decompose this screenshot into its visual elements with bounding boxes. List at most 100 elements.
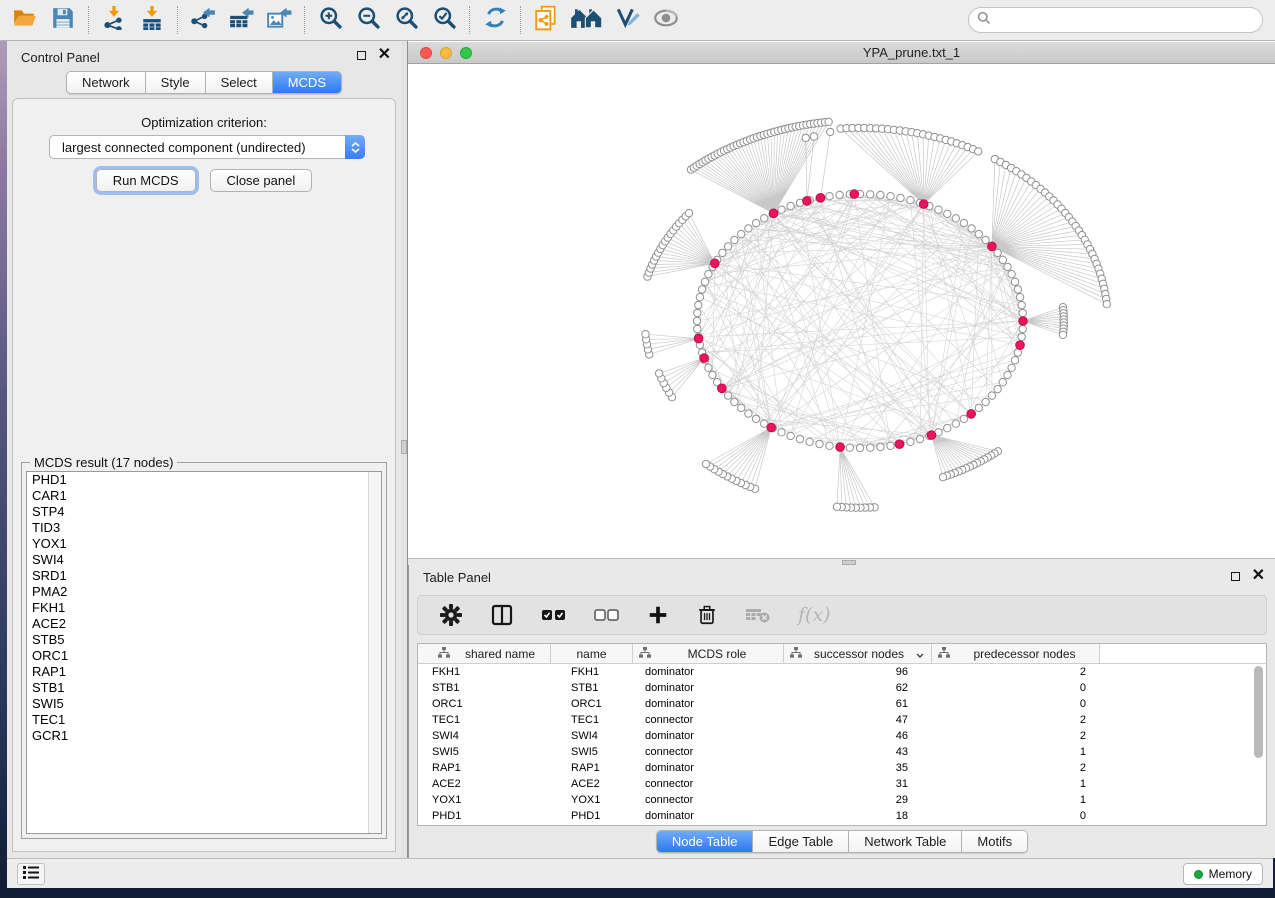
graph-node[interactable]: [738, 404, 745, 411]
graph-node[interactable]: [701, 278, 708, 285]
tab-motifs[interactable]: Motifs: [962, 831, 1027, 852]
graph-node[interactable]: [724, 243, 731, 250]
export-table-button[interactable]: [222, 3, 260, 37]
new-network-file-button[interactable]: [527, 3, 565, 37]
memory-button[interactable]: Memory: [1183, 863, 1263, 885]
graph-node[interactable]: [1008, 364, 1015, 371]
graph-node[interactable]: [761, 215, 768, 222]
close-panel-icon[interactable]: ✕: [1252, 571, 1265, 581]
table-row[interactable]: ORC1ORC1dominator610: [418, 696, 1266, 712]
tab-style[interactable]: Style: [146, 72, 206, 93]
table-row[interactable]: SWI4SWI4dominator462: [418, 728, 1266, 744]
graph-hub-node[interactable]: [967, 410, 976, 419]
graph-node[interactable]: [836, 191, 843, 198]
graph-node[interactable]: [778, 206, 785, 213]
network-window-titlebar[interactable]: YPA_prune.txt_1: [408, 42, 1275, 64]
open-session-button[interactable]: [6, 3, 44, 37]
graph-node[interactable]: [887, 442, 894, 449]
graph-node[interactable]: [685, 209, 692, 216]
select-all-button[interactable]: [541, 608, 567, 622]
graph-hub-node[interactable]: [718, 384, 727, 393]
splitter-grip[interactable]: [401, 440, 407, 454]
graph-node[interactable]: [975, 404, 982, 411]
graph-node[interactable]: [1059, 331, 1066, 338]
graph-node[interactable]: [738, 230, 745, 237]
graph-node[interactable]: [696, 294, 703, 301]
run-mcds-button[interactable]: Run MCDS: [96, 169, 196, 192]
graph-node[interactable]: [877, 191, 884, 198]
export-image-button[interactable]: [260, 3, 298, 37]
table-row[interactable]: ACE2ACE2connector311: [418, 776, 1266, 792]
graph-node[interactable]: [944, 210, 951, 217]
hide-visual-properties-button[interactable]: [609, 3, 647, 37]
graph-node[interactable]: [731, 236, 738, 243]
graph-hub-node[interactable]: [1016, 341, 1025, 350]
graph-node[interactable]: [694, 325, 701, 332]
mcds-result-item[interactable]: STB5: [27, 632, 381, 648]
graph-node[interactable]: [994, 385, 1001, 392]
table-row[interactable]: SWI5SWI5connector431: [418, 744, 1266, 760]
graph-node[interactable]: [694, 309, 701, 316]
mcds-result-item[interactable]: SWI5: [27, 696, 381, 712]
search-box[interactable]: [968, 7, 1263, 33]
task-history-button[interactable]: [17, 863, 45, 885]
float-panel-icon[interactable]: [1231, 572, 1240, 581]
column-header-predecessor-nodes[interactable]: predecessor nodes: [932, 644, 1100, 663]
mcds-result-item[interactable]: GCR1: [27, 728, 381, 744]
graph-node[interactable]: [724, 392, 731, 399]
graph-node[interactable]: [988, 392, 995, 399]
graph-node[interactable]: [856, 444, 863, 451]
graph-node[interactable]: [975, 230, 982, 237]
graph-hub-node[interactable]: [836, 443, 845, 452]
graph-node[interactable]: [994, 249, 1001, 256]
tab-network-table[interactable]: Network Table: [849, 831, 962, 852]
graph-node[interactable]: [944, 425, 951, 432]
graph-node[interactable]: [719, 249, 726, 256]
mcds-result-item[interactable]: YOX1: [27, 536, 381, 552]
delete-column-button[interactable]: [696, 603, 718, 627]
zoom-in-button[interactable]: [311, 3, 349, 37]
traffic-light-zoom[interactable]: [460, 47, 472, 59]
show-graphics-details-button[interactable]: [647, 3, 685, 37]
graph-node[interactable]: [826, 442, 833, 449]
graph-node[interactable]: [796, 435, 803, 442]
graph-hub-node[interactable]: [919, 200, 928, 209]
graph-node[interactable]: [975, 148, 982, 155]
tab-node-table[interactable]: Node Table: [657, 831, 754, 852]
graph-hub-node[interactable]: [1019, 317, 1028, 326]
graph-hub-node[interactable]: [850, 190, 859, 199]
mcds-result-item[interactable]: ORC1: [27, 648, 381, 664]
graph-node[interactable]: [1103, 301, 1110, 308]
graph-node[interactable]: [778, 429, 785, 436]
tab-select[interactable]: Select: [206, 72, 273, 93]
graph-node[interactable]: [1019, 309, 1026, 316]
zoom-selected-button[interactable]: [425, 3, 463, 37]
mcds-result-item[interactable]: SWI4: [27, 552, 381, 568]
graph-node[interactable]: [907, 197, 914, 204]
graph-node[interactable]: [887, 193, 894, 200]
graph-node[interactable]: [907, 438, 914, 445]
graph-node[interactable]: [952, 420, 959, 427]
save-session-button[interactable]: [44, 3, 82, 37]
import-network-button[interactable]: [95, 3, 133, 37]
graph-node[interactable]: [810, 133, 817, 140]
mcds-result-item[interactable]: TEC1: [27, 712, 381, 728]
graph-node[interactable]: [897, 194, 904, 201]
mcds-result-item[interactable]: FKH1: [27, 600, 381, 616]
mcds-result-item[interactable]: STP4: [27, 504, 381, 520]
table-row[interactable]: FKH1FKH1dominator962: [418, 664, 1266, 680]
graph-node[interactable]: [1004, 263, 1011, 270]
float-panel-icon[interactable]: [357, 51, 366, 60]
export-network-button[interactable]: [184, 3, 222, 37]
criterion-dropdown[interactable]: largest connected component (undirected): [49, 135, 365, 159]
table-row[interactable]: RAP1RAP1dominator352: [418, 760, 1266, 776]
graph-node[interactable]: [752, 415, 759, 422]
refresh-layout-button[interactable]: [476, 3, 514, 37]
show-columns-button[interactable]: [490, 603, 514, 627]
close-panel-icon[interactable]: ✕: [378, 50, 391, 60]
graph-node[interactable]: [827, 128, 834, 135]
close-panel-button[interactable]: Close panel: [210, 169, 313, 192]
mcds-result-item[interactable]: STB1: [27, 680, 381, 696]
mcds-result-item[interactable]: RAP1: [27, 664, 381, 680]
list-scrollbar[interactable]: [368, 472, 381, 833]
